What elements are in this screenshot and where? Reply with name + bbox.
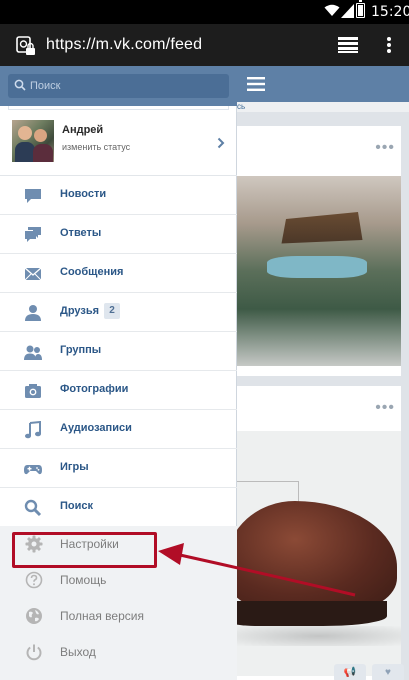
profile-row[interactable]: Андрей изменить статус: [0, 110, 237, 176]
signal-icon: [341, 4, 354, 18]
menu-item-games[interactable]: Игры: [0, 449, 237, 488]
menu-item-label: Игры: [60, 461, 89, 473]
post-actions: 📢 ♥: [334, 664, 404, 680]
settings-highlight-box: [12, 532, 157, 568]
main-menu: Новости Ответы Сообщения Друзья 2 Группы…: [0, 176, 237, 527]
menu-item-logout[interactable]: Выход: [0, 634, 237, 670]
replies-icon: [25, 227, 41, 242]
news-icon: [25, 189, 41, 203]
power-icon: [26, 644, 42, 661]
menu-item-label: Фотографии: [60, 383, 129, 395]
url-text[interactable]: https://m.vk.com/feed: [46, 36, 202, 54]
menu-item-photos[interactable]: Фотографии: [0, 371, 237, 410]
menu-item-search[interactable]: Поиск: [0, 488, 237, 527]
music-icon: [25, 421, 41, 439]
menu-item-label: Полная версия: [60, 609, 144, 623]
menu-item-audio[interactable]: Аудиозаписи: [0, 410, 237, 449]
annotation-arrow: [158, 543, 356, 597]
overflow-menu-icon[interactable]: [386, 36, 392, 54]
post-options-icon[interactable]: •••: [375, 399, 395, 417]
friends-count-badge: 2: [104, 303, 120, 319]
menu-item-groups[interactable]: Группы: [0, 332, 237, 371]
camera-icon: [25, 384, 41, 398]
menu-item-label: Помощь: [60, 573, 107, 587]
menu-item-messages[interactable]: Сообщения: [0, 254, 237, 293]
search-bar: [0, 66, 237, 106]
avatar[interactable]: [12, 120, 54, 162]
menu-item-friends[interactable]: Друзья 2: [0, 293, 237, 332]
menu-item-label: Поиск: [60, 500, 94, 512]
menu-item-label: Группы: [60, 344, 102, 356]
menu-item-label: Новости: [60, 188, 107, 200]
share-button[interactable]: 📢: [334, 664, 366, 680]
post-options-icon[interactable]: •••: [375, 139, 395, 157]
clock: 15:20: [371, 4, 409, 20]
like-button[interactable]: ♥: [372, 664, 404, 680]
hamburger-menu-icon[interactable]: [247, 77, 265, 91]
search-input[interactable]: [30, 74, 225, 98]
site-lock-icon: [16, 36, 35, 55]
chevron-right-icon[interactable]: [217, 137, 225, 149]
globe-icon: [26, 608, 42, 624]
menu-item-replies[interactable]: Ответы: [0, 215, 237, 254]
menu-item-label: Выход: [60, 645, 96, 659]
search-box[interactable]: [8, 74, 229, 98]
menu-item-label: Аудиозаписи: [60, 422, 132, 434]
search-icon: [24, 499, 42, 517]
menu-item-news[interactable]: Новости: [0, 176, 237, 215]
search-icon: [14, 79, 26, 91]
battery-icon: [356, 0, 365, 18]
feed-subheader: сь: [237, 102, 409, 112]
feed-header: [237, 66, 409, 102]
tabs-icon[interactable]: [338, 37, 358, 53]
friends-icon: [25, 305, 41, 321]
browser-url-bar[interactable]: https://m.vk.com/feed: [0, 24, 409, 66]
menu-item-label: Сообщения: [60, 266, 124, 278]
profile-name[interactable]: Андрей: [62, 124, 103, 136]
post-photo[interactable]: [237, 176, 401, 366]
gamepad-icon: [24, 465, 42, 475]
menu-item-label: Друзья: [60, 305, 100, 317]
help-icon: [25, 571, 43, 589]
status-bar: 15:20: [0, 0, 409, 24]
messages-icon: [24, 267, 42, 281]
feed-post: •••: [237, 386, 401, 680]
feed-post: •••: [237, 126, 401, 376]
wifi-icon: [324, 4, 340, 16]
change-status-link[interactable]: изменить статус: [62, 142, 130, 152]
menu-item-label: Ответы: [60, 227, 102, 239]
groups-icon: [24, 345, 42, 360]
